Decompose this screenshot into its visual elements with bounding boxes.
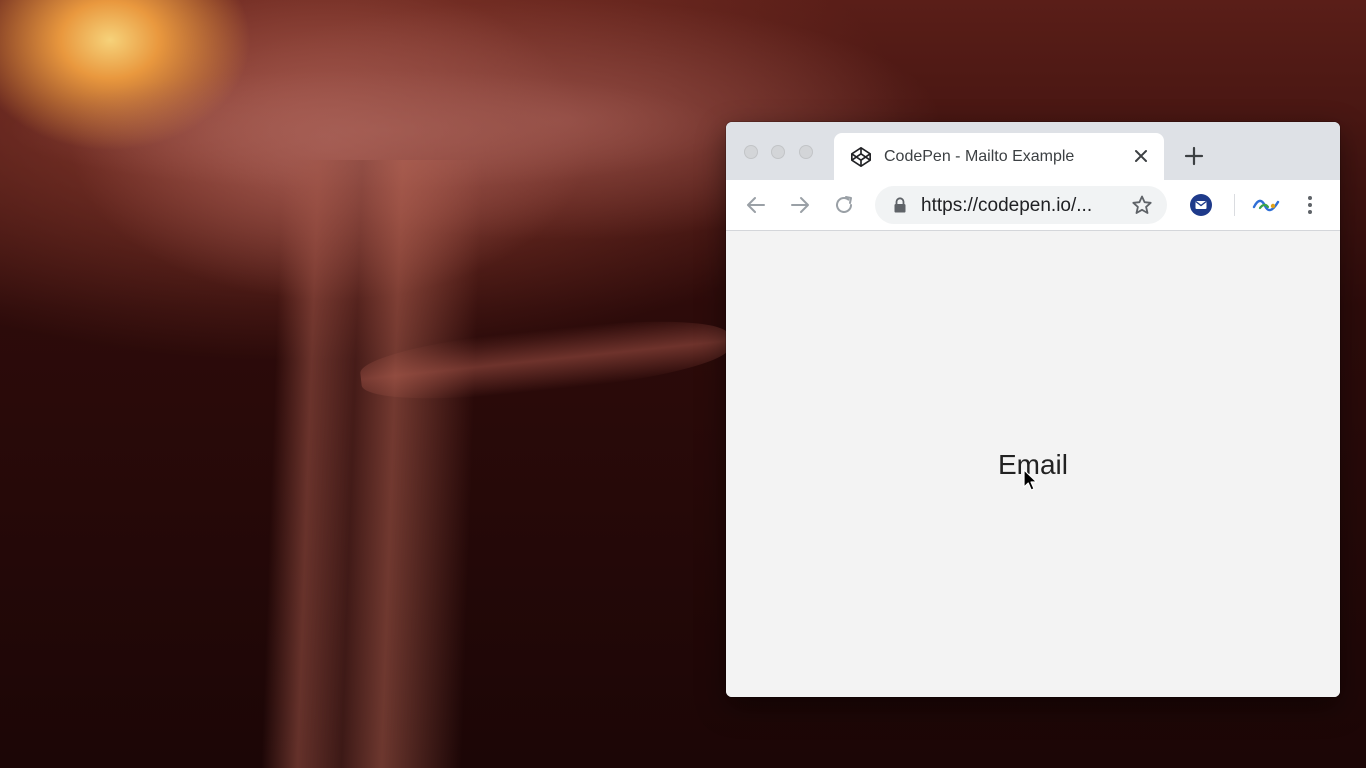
- mail-extension-icon[interactable]: [1190, 194, 1212, 216]
- browser-window: CodePen - Mailto Example https://codepen…: [726, 122, 1340, 697]
- back-arrow-icon[interactable]: [745, 194, 767, 216]
- codepen-icon: [851, 147, 871, 167]
- tab-codepen[interactable]: CodePen - Mailto Example: [834, 133, 1164, 180]
- kebab-menu-icon[interactable]: [1300, 193, 1320, 217]
- wallpaper-sandfall: [261, 160, 483, 768]
- window-minimize-button[interactable]: [771, 145, 785, 159]
- mouse-cursor-icon: [1023, 469, 1038, 491]
- extension-icon[interactable]: [1252, 195, 1280, 215]
- reload-icon[interactable]: [833, 194, 855, 216]
- address-bar[interactable]: https://codepen.io/...: [875, 186, 1167, 224]
- forward-arrow-icon[interactable]: [789, 194, 811, 216]
- star-icon[interactable]: [1131, 194, 1153, 216]
- close-icon[interactable]: [1132, 147, 1150, 165]
- browser-toolbar: https://codepen.io/...: [726, 180, 1340, 231]
- envelope-icon: [1195, 200, 1207, 209]
- window-maximize-button[interactable]: [799, 145, 813, 159]
- lock-icon: [894, 197, 906, 213]
- tab-strip: CodePen - Mailto Example: [726, 122, 1340, 180]
- plus-icon[interactable]: [1184, 146, 1204, 166]
- url-text: https://codepen.io/...: [921, 195, 1093, 216]
- tab-title: CodePen - Mailto Example: [884, 148, 1075, 165]
- window-close-button[interactable]: [744, 145, 758, 159]
- toolbar-divider: [1234, 194, 1235, 216]
- page-content: Email: [726, 231, 1340, 697]
